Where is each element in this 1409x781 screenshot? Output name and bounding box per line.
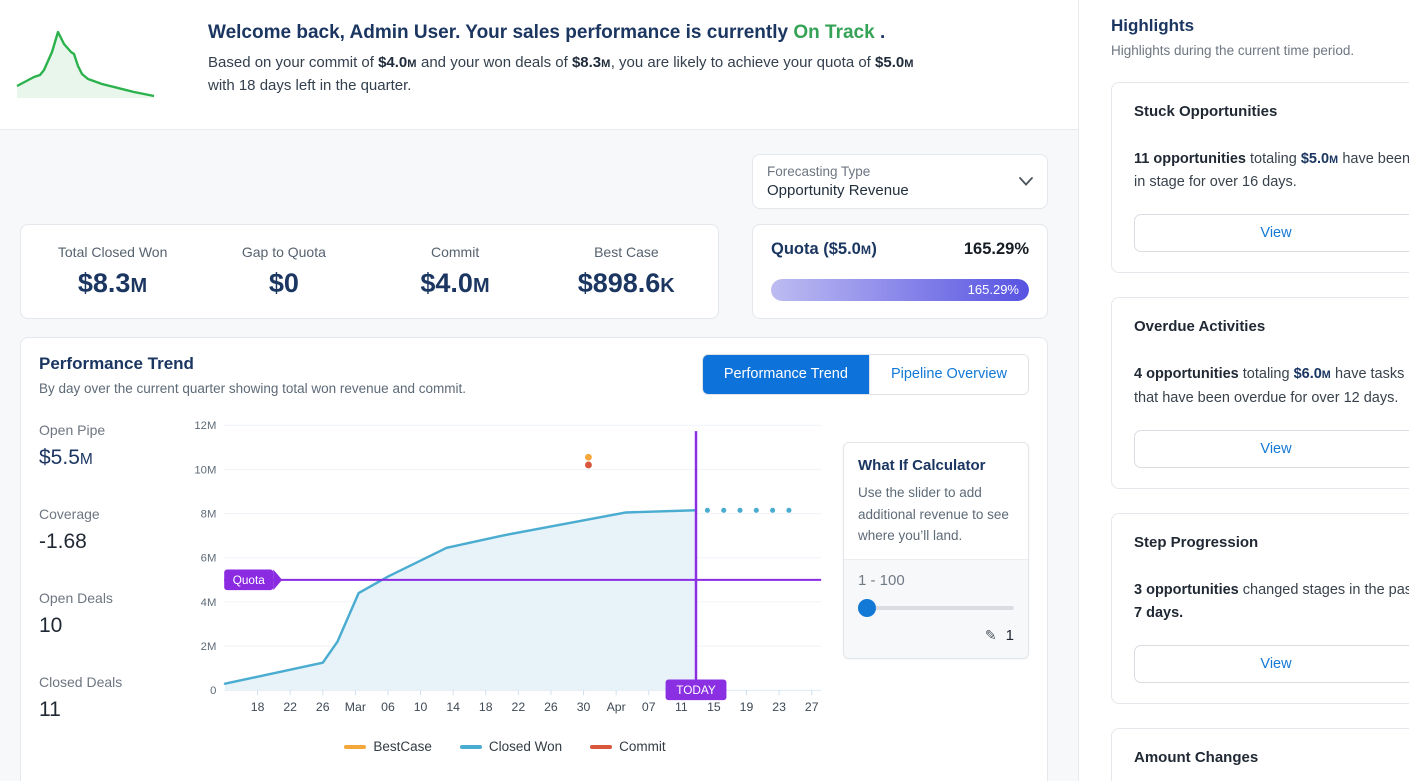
quota-percent: 165.29%: [963, 240, 1029, 258]
stat-best-case: Best Case $898.6K: [577, 244, 676, 298]
svg-text:Apr: Apr: [607, 700, 626, 714]
chart-legend: BestCase Closed Won Commit: [181, 739, 829, 754]
svg-text:Mar: Mar: [345, 700, 366, 714]
tab-pipeline-overview[interactable]: Pipeline Overview: [868, 355, 1028, 394]
legend-swatch: [459, 744, 482, 749]
card-amount-changes: Amount Changes: [1111, 728, 1409, 781]
view-button[interactable]: View: [1134, 214, 1409, 253]
legend-item-commit: Commit: [590, 739, 666, 754]
legend-label: Commit: [619, 739, 666, 754]
svg-text:11: 11: [675, 700, 688, 714]
chart-area: Open Pipe $5.5M Coverage -1.68 Open Deal…: [39, 416, 1029, 758]
welcome-summary: Based on your commit of $4.0M and your w…: [208, 54, 914, 95]
forecasting-type-select[interactable]: Forecasting Type Opportunity Revenue: [752, 154, 1048, 209]
svg-text:12M: 12M: [194, 420, 216, 432]
dashboard: Welcome back, Admin User. Your sales per…: [0, 0, 1409, 781]
welcome-text: Welcome back, Admin User. Your sales per…: [208, 18, 920, 129]
svg-text:Quota: Quota: [233, 574, 266, 587]
welcome-title: Welcome back, Admin User. Your sales per…: [208, 22, 886, 43]
legend-swatch: [590, 744, 613, 749]
legend-swatch: [344, 744, 367, 749]
quota-attainment-card: Quota ($5.0M) 165.29% 165.29%: [752, 224, 1048, 319]
view-button[interactable]: View: [1134, 645, 1409, 684]
welcome-banner: Welcome back, Admin User. Your sales per…: [0, 0, 1078, 130]
what-if-calculator: What If Calculator Use the slider to add…: [843, 442, 1029, 659]
svg-text:26: 26: [316, 700, 330, 714]
legend-item-closed-won: Closed Won: [459, 739, 563, 754]
svg-text:22: 22: [512, 700, 526, 714]
svg-text:18: 18: [251, 700, 265, 714]
svg-text:18: 18: [479, 700, 493, 714]
svg-text:23: 23: [772, 700, 786, 714]
svg-text:15: 15: [707, 700, 721, 714]
svg-text:4M: 4M: [201, 597, 217, 609]
highlights-sidebar: Highlights Highlights during the current…: [1078, 0, 1409, 781]
tab-performance-trend[interactable]: Performance Trend: [702, 355, 869, 394]
stat-coverage: Coverage -1.68: [39, 506, 100, 553]
stat-open-deals: Open Deals 10: [39, 590, 113, 637]
svg-text:TODAY: TODAY: [676, 684, 716, 697]
quota-progress-fill: 165.29%: [771, 279, 1029, 301]
svg-text:8M: 8M: [201, 509, 217, 521]
legend-item-bestcase: BestCase: [344, 739, 432, 754]
svg-text:07: 07: [642, 700, 656, 714]
revenue-slider[interactable]: [858, 598, 1014, 617]
svg-text:26: 26: [544, 700, 558, 714]
slider-track[interactable]: [858, 605, 1014, 610]
highlights-subtitle: Highlights during the current time perio…: [1111, 43, 1355, 58]
main-column: Welcome back, Admin User. Your sales per…: [0, 0, 1078, 781]
forecasting-type-label: Forecasting Type: [767, 164, 871, 179]
trend-line-chart[interactable]: 12M 10M 8M 6M 4M 2M 0 18 22 26 Mar 06 10 14 18 22 26 30 Ap…: [181, 416, 829, 728]
perf-header-text: Performance Trend By day over the curren…: [39, 354, 466, 396]
edit-pencil-icon[interactable]: ✎: [985, 627, 997, 644]
performance-trend-panel: Performance Trend By day over the curren…: [20, 337, 1048, 781]
svg-text:27: 27: [805, 700, 819, 714]
status-on-track: On Track: [793, 22, 875, 43]
panel-subtitle: By day over the current quarter showing …: [39, 381, 466, 396]
svg-text:10M: 10M: [194, 464, 216, 476]
quota-title: Quota ($5.0M): [771, 240, 877, 258]
svg-text:6M: 6M: [201, 553, 217, 565]
card-overdue-activities: Overdue Activities 4 opportunities total…: [1111, 297, 1409, 489]
stat-open-pipe: Open Pipe $5.5M: [39, 422, 106, 469]
slider-value: 1: [1005, 626, 1014, 644]
card-stuck-opportunities: Stuck Opportunities 11 opportunities tot…: [1111, 82, 1409, 274]
slider-thumb[interactable]: [858, 598, 876, 617]
kpi-stats-card: Total Closed Won $8.3M Gap to Quota $0 C…: [20, 224, 719, 319]
svg-text:06: 06: [381, 700, 395, 714]
svg-text:14: 14: [446, 700, 460, 714]
svg-text:22: 22: [283, 700, 297, 714]
stat-commit: Commit $4.0M: [420, 244, 490, 298]
stat-closed-deals: Closed Deals 11: [39, 674, 123, 721]
svg-text:0: 0: [210, 685, 216, 697]
panel-title: Performance Trend: [39, 354, 194, 373]
sparkline-chart: [16, 30, 155, 98]
svg-text:19: 19: [740, 700, 754, 714]
view-button[interactable]: View: [1134, 429, 1409, 468]
what-if-description: Use the slider to add additional revenue…: [858, 485, 1009, 544]
stat-gap-to-quota: Gap to Quota $0: [241, 244, 326, 298]
svg-text:10: 10: [414, 700, 428, 714]
what-if-controls: 1 - 100 ✎ 1: [844, 558, 1028, 658]
highlights-title: Highlights: [1111, 16, 1195, 35]
trend-chart-wrap: 12M 10M 8M 6M 4M 2M 0 18 22 26 Mar 06 10 14 18 22 26 30 Ap…: [181, 416, 829, 758]
svg-text:30: 30: [577, 700, 591, 714]
card-step-progression: Step Progression 3 opportunities changed…: [1111, 512, 1409, 705]
slider-range-label: 1 - 100: [858, 571, 905, 589]
quota-progress-bar: 165.29%: [771, 279, 1029, 301]
what-if-title: What If Calculator: [858, 457, 986, 474]
legend-label: Closed Won: [488, 739, 563, 754]
svg-text:2M: 2M: [201, 641, 217, 653]
main-content: Forecasting Type Opportunity Revenue Tot…: [0, 130, 1078, 781]
forecasting-type-value: Opportunity Revenue: [767, 182, 909, 199]
chart-side-stats: Open Pipe $5.5M Coverage -1.68 Open Deal…: [39, 416, 181, 758]
chart-tabs: Performance Trend Pipeline Overview: [701, 354, 1029, 395]
legend-label: BestCase: [373, 739, 432, 754]
chevron-down-icon: [1019, 177, 1033, 186]
stat-total-closed-won: Total Closed Won $8.3M: [57, 244, 168, 298]
